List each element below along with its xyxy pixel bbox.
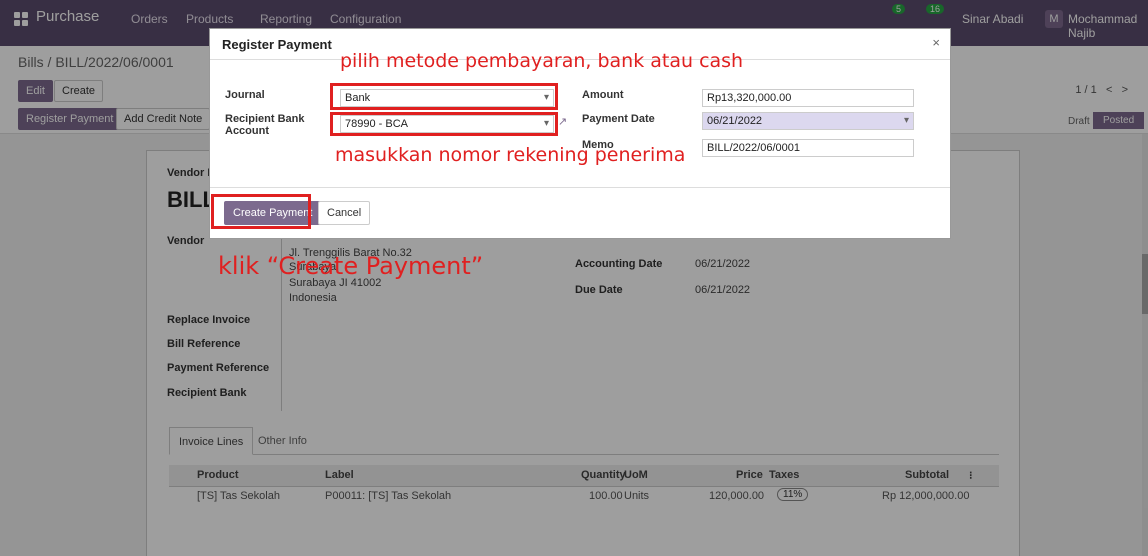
journal-highlight-box — [330, 83, 558, 110]
dialog-footer-divider — [210, 187, 950, 188]
payment-date-input[interactable]: 06/21/2022 — [702, 112, 914, 130]
cancel-button[interactable]: Cancel — [318, 201, 371, 225]
dialog-title: Register Payment — [222, 37, 332, 52]
payment-date-label: Payment Date — [582, 113, 655, 125]
create-payment-highlight-box — [211, 194, 311, 229]
recipient-label-line1: Recipient Bank — [225, 113, 305, 125]
account-annotation: masukkan nomor rekening penerima — [335, 144, 686, 166]
journal-label: Journal — [225, 89, 265, 101]
amount-label: Amount — [582, 89, 624, 101]
recipient-bank-account-label: Recipient Bank Account — [225, 113, 304, 137]
memo-input[interactable]: BILL/2022/06/0001 — [702, 139, 914, 157]
amount-input[interactable]: Rp13,320,000.00 — [702, 89, 914, 107]
close-icon[interactable]: × — [932, 35, 940, 50]
journal-annotation: pilih metode pembayaran, bank atau cash — [340, 50, 744, 72]
account-highlight-box — [330, 112, 558, 136]
external-link-icon[interactable]: ↗ — [558, 115, 567, 128]
recipient-label-line2: Account — [225, 125, 269, 137]
create-payment-annotation: klik “Create Payment” — [218, 252, 484, 280]
